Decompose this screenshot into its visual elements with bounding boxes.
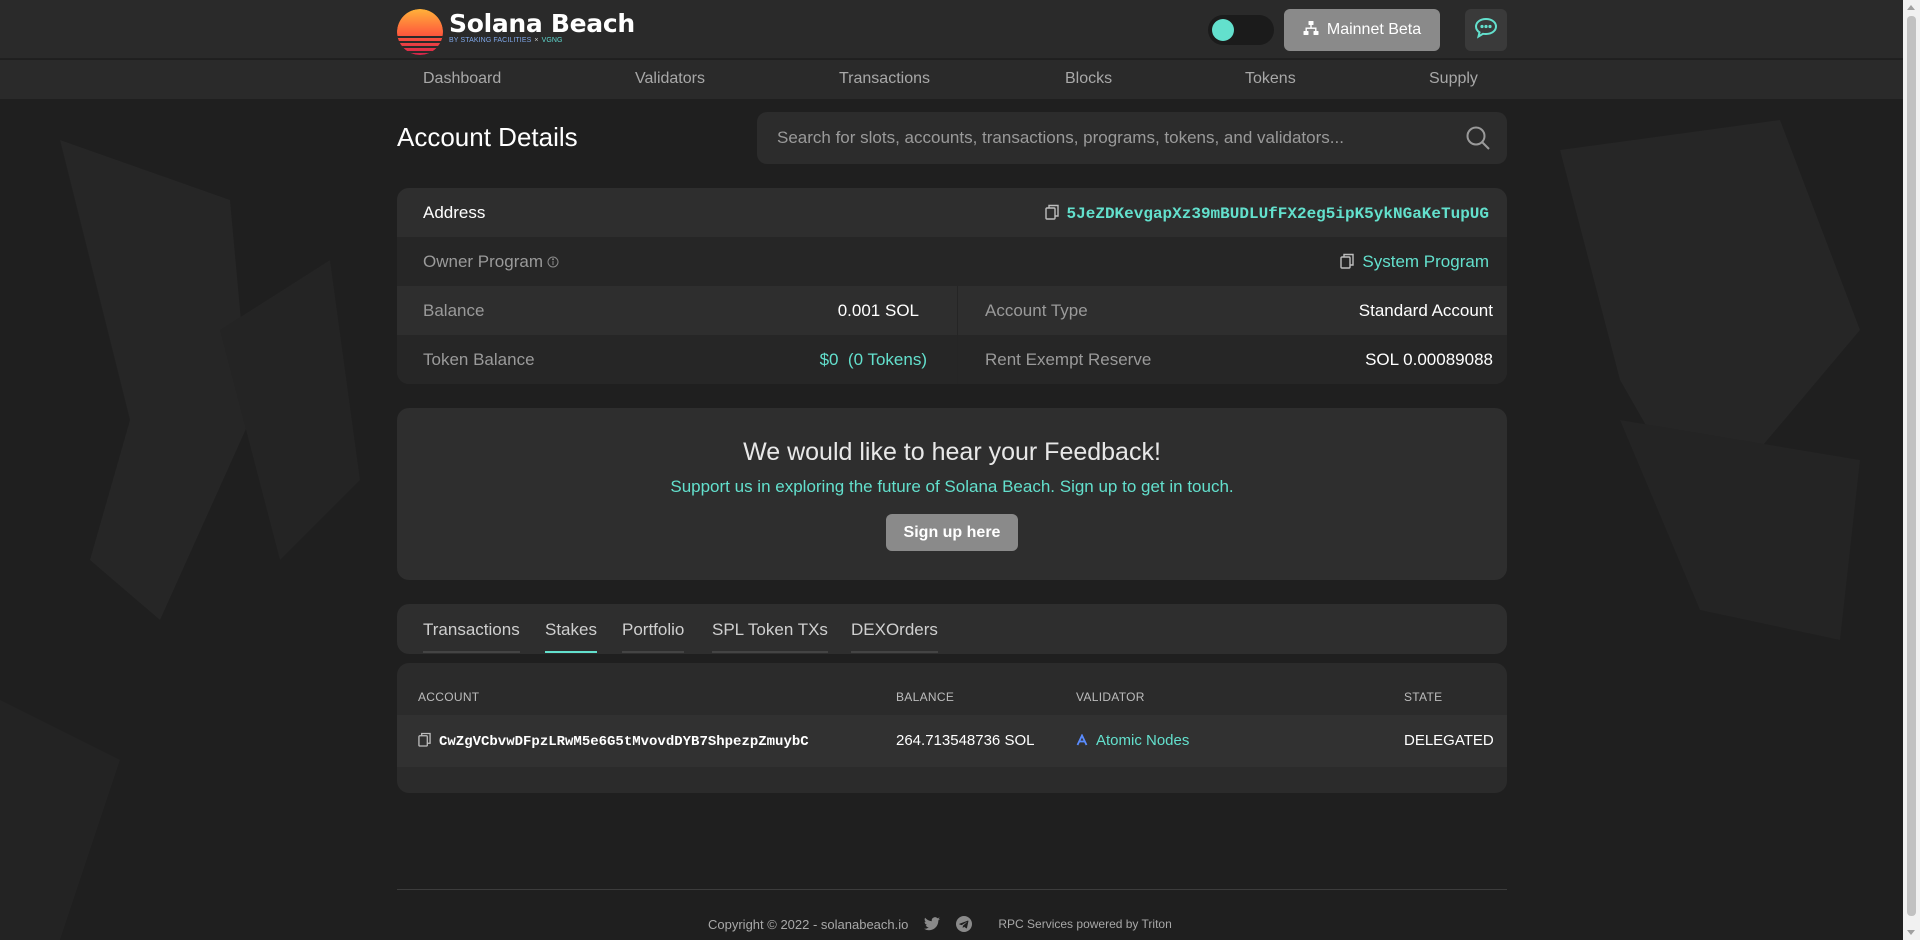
brand-logo[interactable]: Solana Beach BY STAKING FACILITIES × VGNG	[397, 9, 635, 55]
owner-program-label: Owner Program	[423, 252, 559, 273]
token-balance-row: Token Balance $0 (0 Tokens) Rent Exempt …	[397, 335, 1507, 384]
feedback-title: We would like to hear your Feedback!	[743, 438, 1161, 466]
tab-portfolio[interactable]: Portfolio	[622, 620, 685, 653]
telegram-icon[interactable]	[956, 916, 973, 932]
owner-program-row: Owner Program System Program	[397, 237, 1507, 286]
footer-divider	[397, 889, 1507, 890]
nav-validators[interactable]: Validators	[635, 70, 705, 88]
search-bar	[757, 112, 1507, 164]
nav-dashboard[interactable]: Dashboard	[423, 70, 501, 88]
token-balance-value[interactable]: $0 (0 Tokens)	[820, 350, 927, 370]
address-label: Address	[423, 203, 486, 222]
nav-blocks[interactable]: Blocks	[1065, 70, 1112, 88]
column-header-validator: VALIDATOR	[1076, 690, 1145, 704]
feedback-subtitle: Support us in exploring the future of So…	[670, 477, 1234, 496]
rpc-credit-text[interactable]: RPC Services powered by Triton	[998, 917, 1171, 931]
owner-program-value-group: System Program	[1340, 252, 1489, 274]
feedback-card: We would like to hear your Feedback! Sup…	[397, 408, 1507, 580]
brand-name: Solana Beach	[449, 9, 635, 38]
account-type-value: Standard Account	[1358, 301, 1493, 320]
stake-state-cell: DELEGATED	[1404, 732, 1494, 749]
tab-stakes[interactable]: Stakes	[545, 620, 597, 653]
stake-account-link[interactable]: CwZgVCbvwDFpzLRwM5e6G5tMvovdDYB7ShpezpZm…	[439, 734, 809, 750]
scrollbar-thumb[interactable]	[1907, 16, 1916, 916]
top-bar: Solana Beach BY STAKING FACILITIES × VGNG …	[0, 0, 1903, 59]
network-label: Mainnet Beta	[1326, 21, 1422, 38]
table-row: CwZgVCbvwDFpzLRwM5e6G5tMvovdDYB7ShpezpZm…	[397, 715, 1507, 767]
stakes-table: ACCOUNT BALANCE VALIDATOR STATE CwZgVCbv…	[397, 663, 1507, 793]
stake-validator-cell: Atomic Nodes	[1076, 732, 1189, 750]
nav-transactions[interactable]: Transactions	[839, 70, 930, 88]
twitter-icon[interactable]	[924, 917, 941, 931]
network-selector-button[interactable]: Mainnet Beta	[1284, 9, 1440, 51]
scroll-up-arrow-icon[interactable]	[1907, 5, 1915, 10]
chat-icon	[1474, 17, 1498, 44]
nav-tokens[interactable]: Tokens	[1245, 70, 1296, 88]
rent-exempt-label: Rent Exempt Reserve	[985, 350, 1152, 369]
sunset-logo-icon	[397, 9, 443, 55]
validator-logo-icon	[1076, 733, 1088, 750]
address-value-group: 5JeZDKevgapXz39mBUDLUfFX2eg5ipK5ykNGaKeT…	[1044, 203, 1489, 225]
main-nav: Dashboard Validators Transactions Blocks…	[0, 60, 1903, 99]
feedback-chat-button[interactable]	[1465, 9, 1507, 51]
tab-dex-orders[interactable]: DEXOrders	[851, 620, 938, 653]
column-header-state: STATE	[1404, 690, 1443, 704]
account-type-label: Account Type	[985, 301, 1088, 320]
address-row: Address 5JeZDKevgapXz39mBUDLUfFX2eg5ipK5…	[397, 188, 1507, 237]
copyright-text: Copyright © 2022 - solanabeach.io	[708, 916, 909, 932]
balance-value: 0.001 SOL	[837, 301, 919, 320]
token-balance-label: Token Balance	[423, 350, 535, 369]
network-icon	[1303, 20, 1319, 41]
column-header-account: ACCOUNT	[418, 690, 480, 704]
info-icon[interactable]	[547, 253, 559, 273]
stake-balance-cell: 264.713548736 SOL	[896, 732, 1035, 749]
sign-up-button[interactable]: Sign up here	[886, 514, 1018, 551]
theme-toggle[interactable]	[1208, 15, 1274, 45]
toggle-knob	[1212, 19, 1234, 41]
column-divider	[957, 286, 958, 384]
balance-row: Balance 0.001 SOL Account Type Standard …	[397, 286, 1507, 335]
page-title: Account Details	[397, 122, 578, 152]
copy-icon[interactable]	[418, 732, 431, 751]
search-input[interactable]	[757, 112, 1447, 164]
column-header-balance: BALANCE	[896, 690, 955, 704]
copy-icon[interactable]	[1340, 253, 1355, 274]
address-value[interactable]: 5JeZDKevgapXz39mBUDLUfFX2eg5ipK5ykNGaKeT…	[1067, 205, 1489, 223]
balance-label: Balance	[423, 301, 485, 320]
search-icon[interactable]	[1465, 125, 1491, 156]
stake-account-cell: CwZgVCbvwDFpzLRwM5e6G5tMvovdDYB7ShpezpZm…	[418, 732, 809, 751]
nav-supply[interactable]: Supply	[1429, 70, 1478, 88]
validator-link[interactable]: Atomic Nodes	[1096, 732, 1189, 749]
copy-icon[interactable]	[1044, 204, 1059, 225]
footer: Copyright © 2022 - solanabeach.io RPC Se…	[708, 916, 1172, 932]
scroll-down-arrow-icon[interactable]	[1907, 930, 1915, 935]
tab-transactions[interactable]: Transactions	[423, 620, 520, 653]
tab-spl-token-txs[interactable]: SPL Token TXs	[712, 620, 828, 653]
account-details-card: Address 5JeZDKevgapXz39mBUDLUfFX2eg5ipK5…	[397, 188, 1507, 384]
rent-exempt-value: SOL 0.00089088	[1365, 350, 1493, 369]
page-scrollbar[interactable]	[1903, 0, 1920, 940]
account-tabs: Transactions Stakes Portfolio SPL Token …	[397, 604, 1507, 654]
owner-program-link[interactable]: System Program	[1362, 252, 1489, 271]
